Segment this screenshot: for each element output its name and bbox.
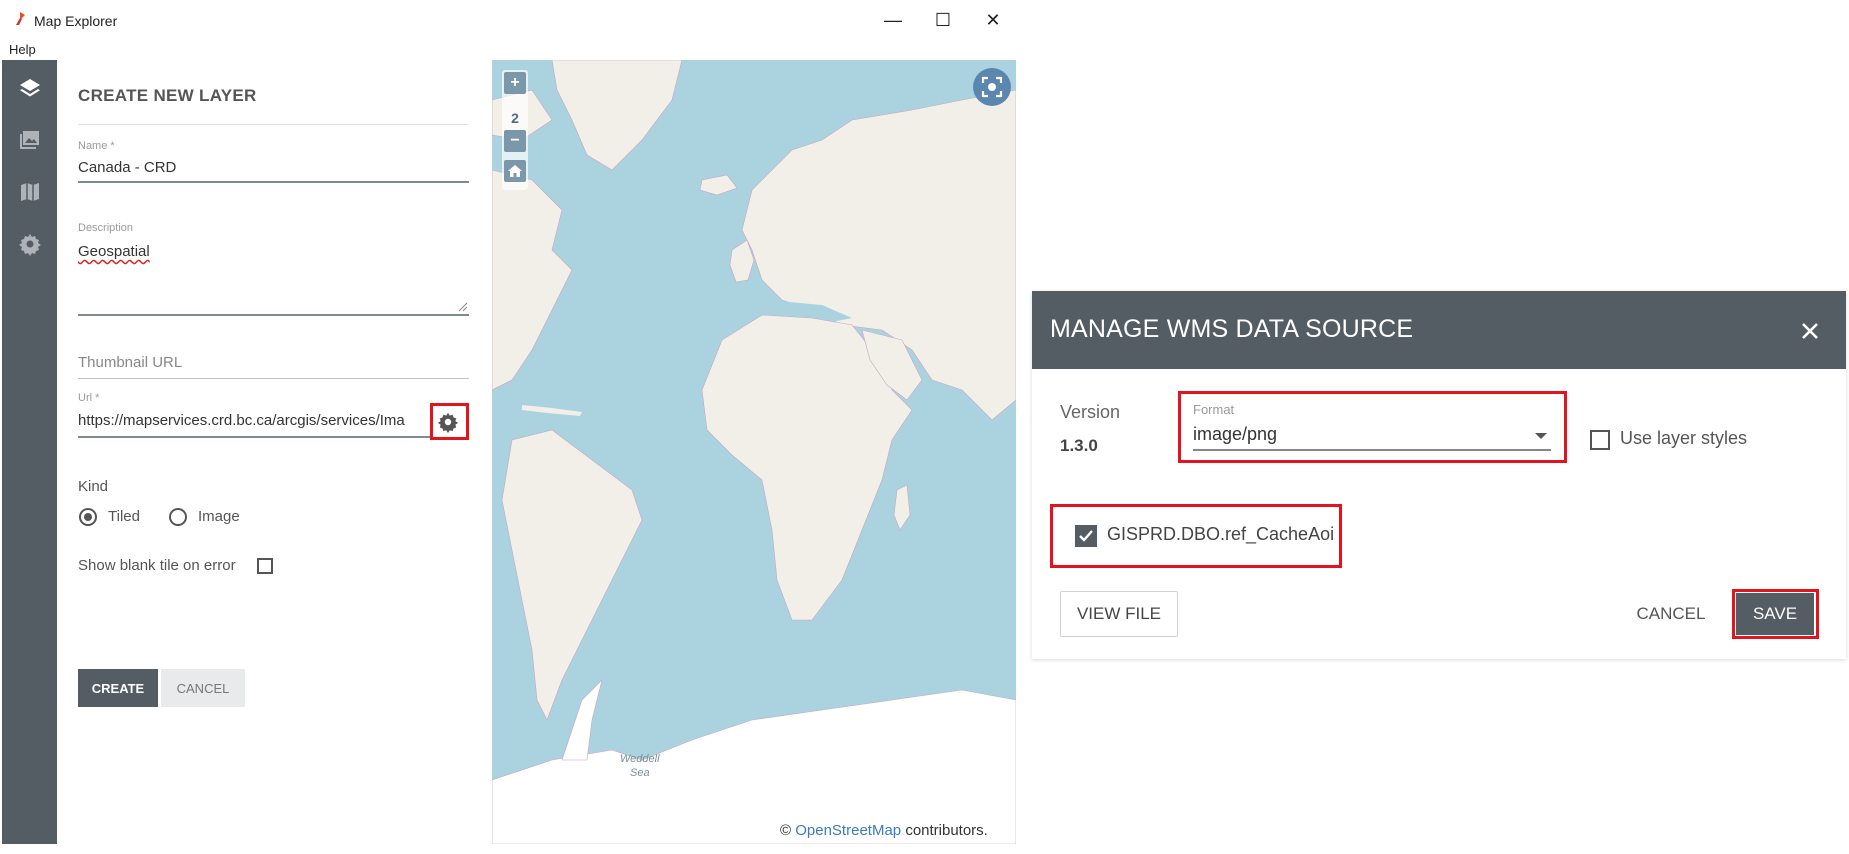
title-bar: Map Explorer — ☐ ✕: [0, 0, 1016, 40]
save-highlight: [1732, 589, 1819, 639]
url-underline: [78, 436, 432, 438]
world-map: [492, 60, 1016, 844]
weddell-sea-label: Weddell Sea: [620, 752, 660, 780]
manage-wms-dialog: MANAGE WMS DATA SOURCE Version 1.3.0 For…: [1032, 291, 1846, 659]
use-layer-styles-label: Use layer styles: [1620, 428, 1748, 448]
thumbnail-underline: [78, 378, 469, 379]
url-settings-highlight: [430, 403, 469, 440]
map-icon[interactable]: [16, 178, 44, 206]
map-attribution: © OpenStreetMap contributors.: [774, 817, 1014, 843]
attribution-copyright: ©: [780, 821, 792, 839]
sea-label-line-1: Weddell: [620, 753, 660, 765]
create-button[interactable]: CREATE: [78, 669, 158, 707]
version-value: 1.3.0: [1060, 436, 1098, 455]
layers-icon[interactable]: [16, 74, 44, 102]
attribution-suffix: contributors.: [905, 821, 988, 839]
divider: [78, 124, 469, 125]
resize-handle-icon[interactable]: [458, 302, 468, 312]
version-label: Version: [1060, 402, 1121, 422]
menu-help[interactable]: Help: [9, 42, 36, 57]
description-underline: [78, 314, 469, 316]
menu-bar: Help: [0, 40, 1016, 60]
zoom-out-button[interactable]: −: [504, 130, 526, 152]
zoom-control: + 2 −: [502, 70, 528, 190]
panel-title: CREATE NEW LAYER: [78, 86, 257, 105]
home-icon: [508, 165, 522, 177]
maximize-button[interactable]: ☐: [923, 6, 963, 34]
url-label: Url *: [78, 392, 100, 404]
app-logo-icon: [16, 12, 25, 25]
radio-image-label: Image: [198, 508, 240, 525]
dialog-cancel-button[interactable]: CANCEL: [1628, 591, 1714, 637]
view-file-button[interactable]: VIEW FILE: [1060, 591, 1178, 637]
radio-image[interactable]: [169, 508, 187, 526]
format-highlight: [1178, 391, 1567, 463]
sea-label-line-2: Sea: [629, 767, 650, 779]
fullscreen-icon: [981, 76, 1003, 98]
create-layer-panel: CREATE NEW LAYER Name * Canada - CRD Des…: [57, 60, 492, 844]
zoom-level: 2: [511, 110, 519, 126]
radio-tiled-label: Tiled: [108, 508, 140, 525]
image-gallery-icon[interactable]: [16, 126, 44, 154]
window-title: Map Explorer: [34, 13, 118, 29]
name-input[interactable]: Canada - CRD: [78, 159, 176, 176]
dialog-close-button[interactable]: [1792, 313, 1828, 349]
map-view[interactable]: Weddell Sea + 2 − © OpenStreetMap contri…: [492, 60, 1016, 844]
close-window-button[interactable]: ✕: [973, 6, 1013, 34]
blank-tile-checkbox[interactable]: [257, 558, 273, 574]
cancel-button[interactable]: CANCEL: [161, 669, 245, 707]
home-button[interactable]: [504, 160, 526, 182]
description-label: Description: [78, 222, 134, 234]
dialog-header: MANAGE WMS DATA SOURCE: [1032, 291, 1846, 369]
use-layer-styles-checkbox[interactable]: [1590, 430, 1610, 450]
kind-label: Kind: [78, 478, 109, 495]
layer-highlight: [1050, 504, 1342, 568]
minimize-button[interactable]: —: [873, 6, 913, 34]
dialog-title: MANAGE WMS DATA SOURCE: [1050, 315, 1414, 343]
fullscreen-button[interactable]: [973, 68, 1011, 106]
blank-tile-label: Show blank tile on error: [78, 557, 236, 574]
zoom-in-button[interactable]: +: [504, 72, 526, 94]
gear-icon[interactable]: [16, 230, 44, 258]
radio-tiled[interactable]: [79, 508, 97, 526]
side-rail: [2, 60, 57, 844]
name-label: Name *: [78, 140, 115, 152]
url-input[interactable]: https://mapservices.crd.bc.ca/arcgis/ser…: [78, 412, 428, 429]
thumbnail-url-input[interactable]: Thumbnail URL: [78, 354, 182, 371]
osm-link[interactable]: OpenStreetMap: [795, 822, 901, 839]
close-icon: [1802, 323, 1818, 339]
description-textarea[interactable]: Geospatial: [78, 243, 150, 260]
name-underline: [78, 181, 469, 183]
